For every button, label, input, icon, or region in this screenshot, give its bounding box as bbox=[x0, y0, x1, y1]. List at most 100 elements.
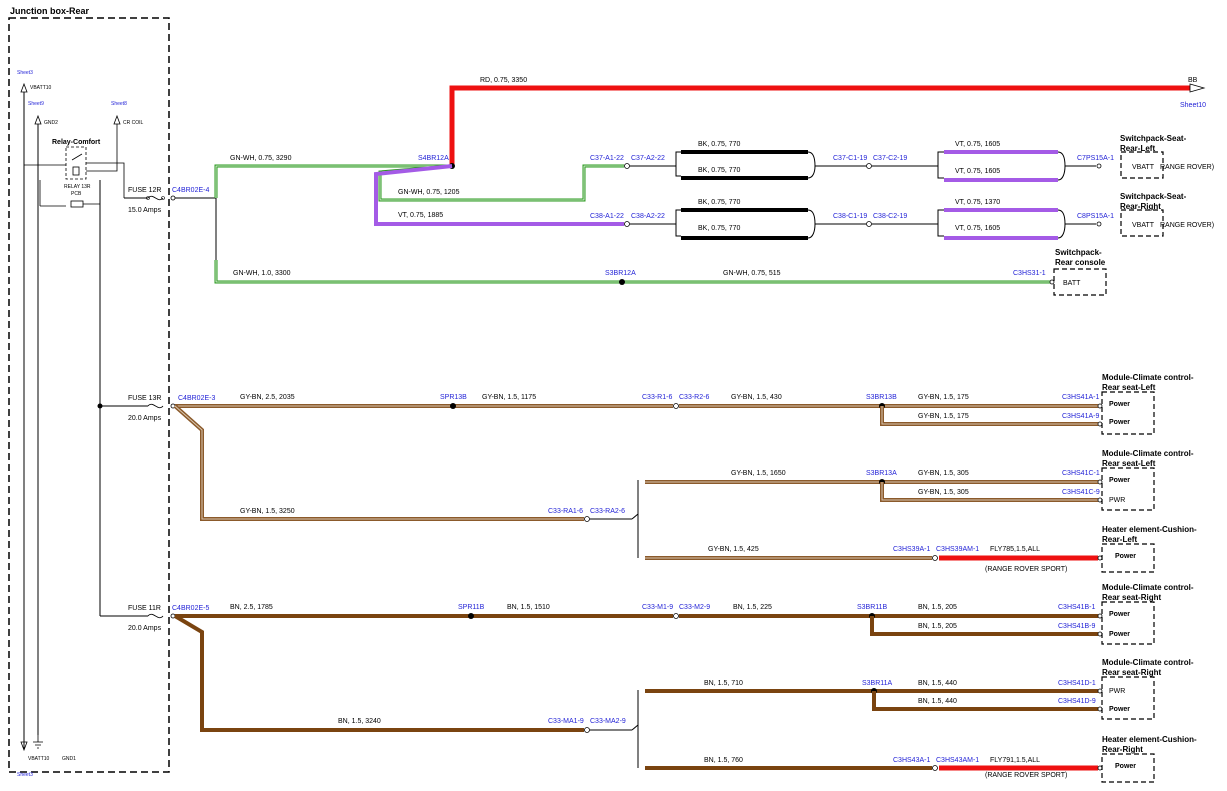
climate-left-title-2: Module-Climate control-Rear seat-Left bbox=[1102, 449, 1194, 468]
conn-c37-a1[interactable]: C37-A1-22 bbox=[590, 155, 624, 162]
conn-c3hs39am[interactable]: C3HS39AM-1 bbox=[936, 546, 979, 553]
climate-right-1-power-1: Power bbox=[1109, 611, 1130, 618]
conn-c33-ma1[interactable]: C33-MA1-9 bbox=[548, 718, 584, 725]
climate-left-1-power-2: Power bbox=[1109, 419, 1130, 426]
conn-c8ps15a[interactable]: C8PS15A-1 bbox=[1077, 213, 1114, 220]
splice-s4br12a[interactable]: S4BR12A bbox=[418, 155, 449, 162]
relay-label: RELAY 13R bbox=[64, 184, 91, 190]
relay-title: Relay-Comfort bbox=[52, 139, 101, 146]
conn-c33-ra2[interactable]: C33-RA2-6 bbox=[590, 508, 625, 515]
splice-s3br11a[interactable]: S3BR11A bbox=[862, 680, 893, 687]
climate-left-2-line2: Rear seat-Left bbox=[1102, 459, 1156, 468]
wire-bn-1510-label: BN, 1.5, 1510 bbox=[507, 604, 550, 611]
heater-left-title: Heater element-Cushion-Rear-Left bbox=[1102, 525, 1197, 544]
heater-left-line1: Heater element-Cushion- bbox=[1102, 525, 1197, 534]
wire-bk-770-label-1: BK, 0.75, 770 bbox=[698, 141, 741, 148]
heater-right-title: Heater element-Cushion-Rear-Right bbox=[1102, 735, 1197, 754]
switchpack-console-line2: Rear console bbox=[1055, 258, 1106, 267]
conn-c3hs43a[interactable]: C3HS43A-1 bbox=[893, 757, 930, 764]
rrsport-1: (RANGE ROVER SPORT) bbox=[985, 566, 1067, 573]
sheet-ref-cr[interactable]: Sheet8 bbox=[111, 101, 127, 107]
wire-gybn-305-label-2: GY-BN, 1.5, 305 bbox=[918, 489, 969, 496]
conn-c38-c1[interactable]: C38-C1-19 bbox=[833, 213, 867, 220]
splice-spr11b[interactable]: SPR11B bbox=[458, 604, 485, 611]
heater-right-power: Power bbox=[1115, 763, 1136, 770]
splice-s3br13a[interactable]: S3BR13A bbox=[866, 470, 897, 477]
sheet-ref-gnd[interactable]: Sheet9 bbox=[28, 101, 44, 107]
climate-right-2-pwr: PWR bbox=[1109, 688, 1125, 695]
wire-gnwh-515-label: GN-WH, 0.75, 515 bbox=[723, 270, 781, 277]
conn-c33-r1[interactable]: C33-R1-6 bbox=[642, 394, 672, 401]
conn-c3hs41c-1[interactable]: C3HS41C-1 bbox=[1062, 470, 1100, 477]
climate-left-2-power: Power bbox=[1109, 477, 1130, 484]
conn-c38-c2[interactable]: C38-C2-19 bbox=[873, 213, 907, 220]
wire-bn-1785-label: BN, 2.5, 1785 bbox=[230, 604, 273, 611]
conn-c33-ra1[interactable]: C33-RA1-6 bbox=[548, 508, 583, 515]
fuse-13r-name: FUSE 13R bbox=[128, 395, 161, 402]
conn-c3hs39a[interactable]: C3HS39A-1 bbox=[893, 546, 930, 553]
conn-c3hs41d-9[interactable]: C3HS41D-9 bbox=[1058, 698, 1096, 705]
conn-c3hs41a-9[interactable]: C3HS41A-9 bbox=[1062, 413, 1099, 420]
splice-s3br12a[interactable]: S3BR12A bbox=[605, 270, 636, 277]
conn-c7ps15a[interactable]: C7PS15A-1 bbox=[1077, 155, 1114, 162]
fuse-11r-rating: 20.0 Amps bbox=[128, 625, 162, 632]
pcb-label: PCB bbox=[71, 191, 82, 197]
climate-right-title-2: Module-Climate control-Rear seat-Right bbox=[1102, 658, 1194, 677]
conn-c3hs41c-9[interactable]: C3HS41C-9 bbox=[1062, 489, 1100, 496]
switchpack-seat-right-line1: Switchpack-Seat- bbox=[1120, 192, 1187, 201]
wire-bn-3240[interactable] bbox=[173, 614, 584, 732]
heater-right-line2: Rear-Right bbox=[1102, 745, 1143, 754]
wire-bn-440-label-1: BN, 1.5, 440 bbox=[918, 680, 957, 687]
fuse-12r-rating: 15.0 Amps bbox=[128, 207, 162, 214]
sheet-ref-bottom[interactable]: Sheet3 bbox=[17, 772, 33, 778]
conn-c3hs31[interactable]: C3HS31-1 bbox=[1013, 270, 1046, 277]
fuse-12r-connector[interactable]: C4BR02E-4 bbox=[172, 187, 209, 194]
conn-c3hs41b-9[interactable]: C3HS41B-9 bbox=[1058, 623, 1095, 630]
gnd1-label: GND1 bbox=[62, 756, 76, 762]
wire-gybn-175-label-1: GY-BN, 1.5, 175 bbox=[918, 394, 969, 401]
sheet-ref-top[interactable]: Sheet3 bbox=[17, 70, 33, 76]
conn-c37-a2[interactable]: C37-A2-22 bbox=[631, 155, 665, 162]
wire-bn-205-label-2: BN, 1.5, 205 bbox=[918, 623, 957, 630]
wire-bn-760-label: BN, 1.5, 760 bbox=[704, 757, 743, 764]
conn-c33-m2[interactable]: C33-M2-9 bbox=[679, 604, 710, 611]
conn-c3hs43am[interactable]: C3HS43AM-1 bbox=[936, 757, 979, 764]
conn-c38-a1[interactable]: C38-A1-22 bbox=[590, 213, 624, 220]
wire-bn-710-label: BN, 1.5, 710 bbox=[704, 680, 743, 687]
conn-c33-m1[interactable]: C33-M1-9 bbox=[642, 604, 673, 611]
conn-c3hs41b-1[interactable]: C3HS41B-1 bbox=[1058, 604, 1095, 611]
conn-c37-c2[interactable]: C37-C2-19 bbox=[873, 155, 907, 162]
climate-right-1-line1: Module-Climate control- bbox=[1102, 583, 1194, 592]
conn-c33-ma2[interactable]: C33-MA2-9 bbox=[590, 718, 626, 725]
fuse-13r-connector[interactable]: C4BR02E-3 bbox=[178, 395, 215, 402]
conn-c37-c1[interactable]: C37-C1-19 bbox=[833, 155, 867, 162]
fuse-12r-icon bbox=[147, 195, 164, 201]
conn-c3hs41d-1[interactable]: C3HS41D-1 bbox=[1058, 680, 1096, 687]
wire-bn-3240-label: BN, 1.5, 3240 bbox=[338, 718, 381, 725]
switchpack-right-vbatt: VBATT bbox=[1132, 222, 1155, 229]
climate-right-1-line2: Rear seat-Right bbox=[1102, 593, 1161, 602]
gnd2-label: GND2 bbox=[44, 120, 58, 126]
wire-vt-1605-label-3: VT, 0.75, 1605 bbox=[955, 225, 1000, 232]
conn-c38-a2[interactable]: C38-A2-22 bbox=[631, 213, 665, 220]
junction-box-title: Junction box-Rear bbox=[10, 6, 90, 16]
splice-spr13b[interactable]: SPR13B bbox=[440, 394, 467, 401]
wire-fly791-label: FLY791,1.5,ALL bbox=[990, 757, 1040, 764]
cr-coil-label: CR COIL bbox=[123, 120, 144, 126]
climate-right-2-line1: Module-Climate control- bbox=[1102, 658, 1194, 667]
wire-gnwh-3300-label: GN-WH, 1.0, 3300 bbox=[233, 270, 291, 277]
vbatt10-bottom-label: VBATT10 bbox=[28, 756, 50, 762]
fuse-11r-connector[interactable]: C4BR02E-5 bbox=[172, 605, 209, 612]
wire-gybn-1175-label: GY-BN, 1.5, 1175 bbox=[482, 394, 536, 401]
sheet10-ref[interactable]: Sheet10 bbox=[1180, 102, 1206, 109]
conn-c3hs41a-1[interactable]: C3HS41A-1 bbox=[1062, 394, 1099, 401]
wire-rd-3350-label: RD, 0.75, 3350 bbox=[480, 77, 527, 84]
wire-gybn-3250[interactable] bbox=[173, 404, 584, 521]
conn-c33-r2[interactable]: C33-R2-6 bbox=[679, 394, 709, 401]
splice-s3br13b[interactable]: S3BR13B bbox=[866, 394, 897, 401]
climate-right-2-power: Power bbox=[1109, 706, 1130, 713]
relay-switch-icon bbox=[71, 153, 83, 161]
wire-fly785-label: FLY785,1.5,ALL bbox=[990, 546, 1040, 553]
switchpack-left-range-rover: RANGE ROVER) bbox=[1160, 164, 1214, 171]
splice-s3br11b[interactable]: S3BR11B bbox=[857, 604, 888, 611]
